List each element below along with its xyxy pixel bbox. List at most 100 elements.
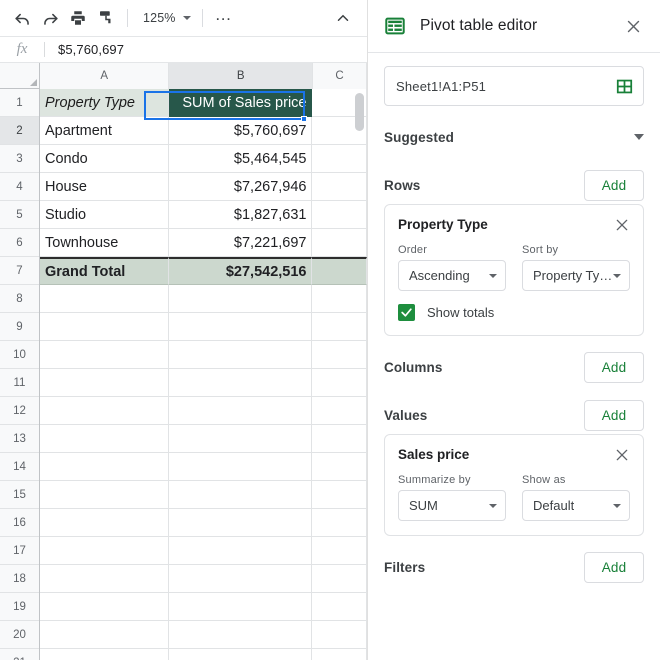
row-header-14[interactable]: 14 [0, 453, 39, 481]
formula-input[interactable]: $5,760,697 [45, 42, 124, 57]
redo-button[interactable] [36, 4, 64, 32]
grid-cell[interactable] [40, 369, 170, 397]
dropdown-summarize-by[interactable]: SUM [398, 490, 506, 521]
row-header-21[interactable]: 21 [0, 649, 39, 660]
grid-cell[interactable]: Grand Total [40, 257, 170, 285]
grid-cell[interactable] [169, 593, 313, 621]
add-filters-button[interactable]: Add [584, 551, 644, 583]
row-header-16[interactable]: 16 [0, 509, 39, 537]
section-header-filters: Filters Add [368, 550, 660, 584]
print-button[interactable] [64, 4, 92, 32]
grid-cell[interactable] [169, 313, 313, 341]
grid-cell[interactable]: Condo [40, 145, 170, 173]
data-range-field[interactable]: Sheet1!A1:P51 [384, 66, 644, 106]
grid-cell[interactable] [40, 509, 170, 537]
row-header-label: 20 [13, 628, 26, 641]
grid-cell[interactable]: Apartment [40, 117, 170, 145]
dropdown-sort-by[interactable]: Property Type [522, 260, 630, 291]
grid-cell[interactable] [40, 621, 170, 649]
grid-cell[interactable] [169, 453, 313, 481]
grid-cell[interactable] [312, 649, 367, 660]
grid-cell[interactable] [169, 285, 313, 313]
grid-cell[interactable]: Studio [40, 201, 170, 229]
add-rows-button[interactable]: Add [584, 169, 644, 201]
collapse-toolbar-button[interactable] [329, 4, 357, 32]
row-header-7[interactable]: 7 [0, 257, 39, 285]
zoom-dropdown[interactable]: 125% [135, 5, 195, 31]
row-header-9[interactable]: 9 [0, 313, 39, 341]
row-header-2[interactable]: 2 [0, 117, 39, 145]
cell-text: $7,267,946 [233, 178, 307, 195]
column-header-c[interactable]: C [313, 63, 367, 89]
show-totals-row[interactable]: Show totals [398, 304, 630, 321]
grid-cell[interactable] [40, 425, 170, 453]
grid-cell[interactable] [169, 649, 313, 660]
row-header-17[interactable]: 17 [0, 537, 39, 565]
row-header-18[interactable]: 18 [0, 565, 39, 593]
paint-format-button[interactable] [92, 4, 120, 32]
suggested-section-header[interactable]: Suggested [368, 120, 660, 154]
row-header-1[interactable]: 1 [0, 89, 39, 117]
row-header-3[interactable]: 3 [0, 145, 39, 173]
grid-cell[interactable] [40, 285, 170, 313]
grid-cell[interactable]: $27,542,516 [169, 257, 313, 285]
row-header-19[interactable]: 19 [0, 593, 39, 621]
row-header-6[interactable]: 6 [0, 229, 39, 257]
vertical-scrollbar[interactable] [355, 93, 364, 650]
remove-field-button[interactable] [614, 447, 630, 463]
grid-cell[interactable] [40, 453, 170, 481]
column-header-a[interactable]: A [40, 63, 170, 89]
grid-cell[interactable] [40, 481, 170, 509]
grid-cell[interactable] [40, 397, 170, 425]
select-all-corner[interactable] [0, 63, 40, 89]
grid-cell[interactable]: $7,267,946 [169, 173, 313, 201]
select-data-range-button[interactable] [615, 77, 634, 96]
vertical-scrollbar-thumb[interactable] [355, 93, 364, 131]
row-header-13[interactable]: 13 [0, 425, 39, 453]
grid-cell[interactable] [40, 537, 170, 565]
grid-cell[interactable] [169, 621, 313, 649]
grid-cell[interactable] [169, 537, 313, 565]
grid-cell[interactable] [169, 425, 313, 453]
grid-cell[interactable]: $5,464,545 [169, 145, 313, 173]
table-row [40, 285, 367, 313]
row-header-4[interactable]: 4 [0, 173, 39, 201]
data-range-value: Sheet1!A1:P51 [396, 78, 487, 94]
grid-cell[interactable] [169, 397, 313, 425]
grid-cell[interactable]: $7,221,697 [169, 229, 313, 257]
remove-field-button[interactable] [614, 217, 630, 233]
grid-cell[interactable]: Townhouse [40, 229, 170, 257]
grid-cell[interactable] [40, 341, 170, 369]
grid-cell[interactable]: Property Type [40, 89, 170, 117]
dropdown-order[interactable]: Ascending [398, 260, 506, 291]
grid-cell[interactable]: House [40, 173, 170, 201]
row-header-12[interactable]: 12 [0, 397, 39, 425]
grid-cell[interactable] [169, 565, 313, 593]
close-editor-button[interactable] [620, 13, 646, 39]
undo-button[interactable] [8, 4, 36, 32]
grid-cell[interactable] [40, 565, 170, 593]
grid-cell[interactable]: $5,760,697 [169, 117, 313, 145]
row-header-5[interactable]: 5 [0, 201, 39, 229]
column-header-b[interactable]: B [169, 63, 314, 89]
row-header-11[interactable]: 11 [0, 369, 39, 397]
row-header-8[interactable]: 8 [0, 285, 39, 313]
grid-cell[interactable] [169, 341, 313, 369]
grid-cell[interactable] [40, 313, 170, 341]
grid-cell[interactable] [169, 509, 313, 537]
grid-cell[interactable] [169, 369, 313, 397]
grid-cell[interactable]: $1,827,631 [169, 201, 313, 229]
add-columns-button[interactable]: Add [584, 351, 644, 383]
row-header-15[interactable]: 15 [0, 481, 39, 509]
add-values-button[interactable]: Add [584, 399, 644, 431]
row-header-20[interactable]: 20 [0, 621, 39, 649]
grid-cell[interactable] [169, 481, 313, 509]
grid-cell[interactable] [40, 649, 170, 660]
dropdown-show-as[interactable]: Default [522, 490, 630, 521]
show-totals-checkbox[interactable] [398, 304, 415, 321]
grid-cell[interactable]: SUM of Sales price [169, 89, 313, 117]
row-header-10[interactable]: 10 [0, 341, 39, 369]
table-row [40, 621, 367, 649]
more-options-button[interactable]: … [210, 4, 238, 32]
grid-cell[interactable] [40, 593, 170, 621]
